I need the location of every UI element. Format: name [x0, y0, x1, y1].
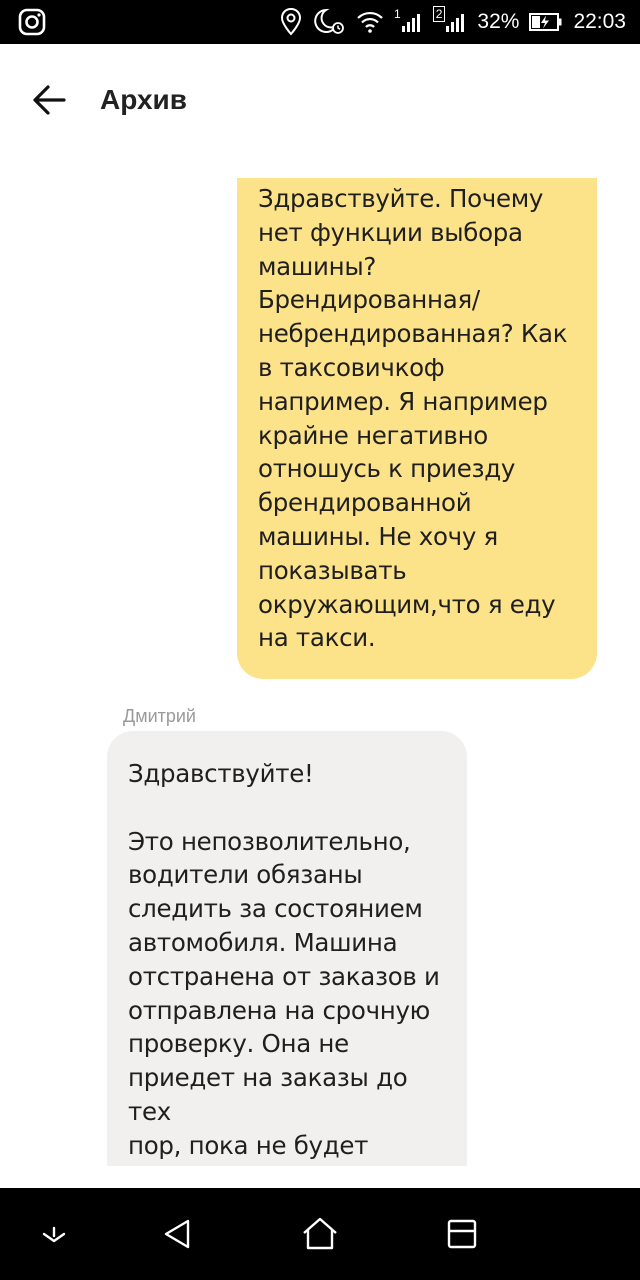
alarm-moon-icon [314, 8, 344, 34]
sender-name: Дмитрий [123, 706, 196, 726]
sim2-label: 2 [432, 6, 446, 22]
clock: 22:03 [573, 10, 626, 33]
app-header: Архив [0, 44, 640, 156]
wifi-icon [357, 11, 383, 33]
back-nav-button[interactable] [156, 1212, 200, 1256]
location-icon [281, 7, 302, 36]
incoming-message-text: Здравствуйте! Это непозволительно, водит… [128, 759, 440, 1166]
battery-percent: 32% [477, 10, 520, 33]
outgoing-message-text: Здравствуйте. Почему нет функции выбора … [258, 184, 568, 653]
page-title: Архив [100, 84, 187, 115]
status-bar: 1 2 32% 22:03 [0, 0, 640, 44]
recent-apps-button[interactable] [440, 1212, 484, 1256]
navigation-bar [0, 1188, 640, 1280]
back-triangle-icon [164, 1219, 190, 1249]
back-button[interactable] [28, 80, 72, 120]
outgoing-message[interactable]: Здравствуйте. Почему нет функции выбора … [237, 178, 597, 680]
arrow-left-icon [33, 85, 66, 115]
incoming-message[interactable]: Здравствуйте! Это непозволительно, водит… [107, 731, 467, 1166]
battery-charging-icon [529, 13, 562, 31]
signal-icon [401, 14, 420, 32]
home-icon [303, 1217, 337, 1250]
recent-apps-icon [447, 1219, 477, 1249]
chat-thread[interactable]: Здравствуйте. Почему нет функции выбора … [0, 156, 640, 1166]
notifications-pull-icon [42, 1226, 66, 1243]
sim1-label: 1 [394, 7, 401, 21]
home-nav-button[interactable] [298, 1212, 342, 1256]
notifications-pull-button[interactable] [32, 1212, 76, 1256]
instagram-icon [18, 8, 46, 36]
signal-icon-2 [446, 14, 465, 32]
